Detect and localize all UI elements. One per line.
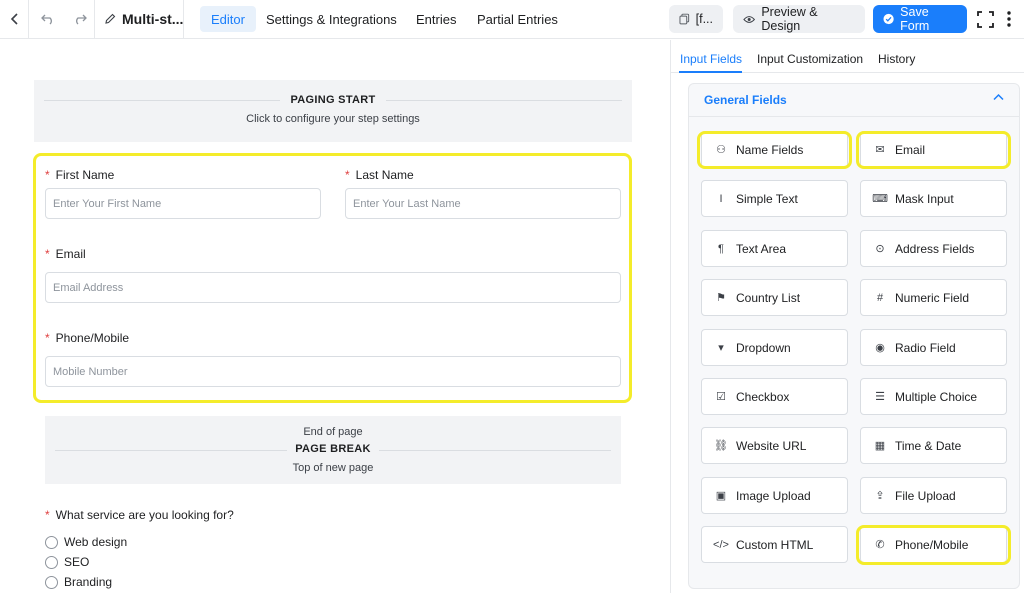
save-form-button[interactable]: Save Form bbox=[873, 5, 967, 33]
kebab-menu-icon bbox=[1007, 11, 1011, 27]
save-form-label: Save Form bbox=[900, 5, 930, 33]
page-break-end-text: End of page bbox=[303, 426, 363, 438]
field-card-file-upload[interactable]: ⇪ File Upload bbox=[860, 477, 1007, 514]
shortcode-label: [f... bbox=[695, 12, 713, 26]
tab-input-fields[interactable]: Input Fields bbox=[680, 52, 742, 72]
radio-circle-icon bbox=[45, 535, 58, 549]
dropdown-icon: ▾ bbox=[718, 342, 724, 354]
field-card-label: Radio Field bbox=[895, 340, 956, 355]
eye-icon bbox=[743, 15, 756, 23]
form-title-text: Multi-st... bbox=[122, 11, 184, 27]
tab-settings-integrations[interactable]: Settings & Integrations bbox=[255, 6, 408, 32]
list-icon: ☰ bbox=[875, 391, 885, 403]
highlight-phone-mobile bbox=[856, 525, 1011, 565]
field-card-numeric-field[interactable]: # Numeric Field bbox=[860, 279, 1007, 316]
image-icon: ▣ bbox=[715, 490, 727, 502]
radio-option-web-design[interactable]: Web design bbox=[45, 535, 127, 549]
field-card-checkbox[interactable]: ☑ Checkbox bbox=[701, 378, 848, 415]
field-card-label: Dropdown bbox=[736, 340, 791, 355]
paging-start-block[interactable] bbox=[34, 80, 632, 142]
field-card-label: Text Area bbox=[736, 241, 787, 256]
text-cursor-icon: I bbox=[719, 192, 723, 205]
pencil-icon bbox=[105, 13, 116, 24]
field-card-label: Time & Date bbox=[895, 438, 962, 453]
field-card-label: Checkbox bbox=[736, 389, 790, 404]
field-card-label: Image Upload bbox=[736, 488, 811, 503]
field-card-label: Address Fields bbox=[895, 241, 975, 256]
back-button[interactable] bbox=[4, 0, 26, 38]
flag-icon: ⚑ bbox=[716, 292, 726, 304]
more-options-button[interactable] bbox=[1001, 0, 1017, 38]
field-card-dropdown[interactable]: ▾ Dropdown bbox=[701, 329, 848, 366]
field-card-label: Multiple Choice bbox=[895, 389, 978, 404]
check-circle-icon bbox=[883, 13, 894, 25]
paging-start-subtitle: Click to configure your step settings bbox=[246, 113, 420, 125]
upload-icon: ⇪ bbox=[875, 490, 885, 502]
page-break-title: PAGE BREAK bbox=[45, 443, 621, 455]
link-icon: ⛓ bbox=[714, 440, 728, 452]
preview-design-label: Preview & Design bbox=[761, 5, 818, 33]
radio-circle-icon bbox=[45, 555, 58, 569]
chevron-left-icon bbox=[10, 13, 18, 25]
keyboard-icon: ⌨ bbox=[872, 193, 888, 205]
tab-history[interactable]: History bbox=[878, 52, 915, 72]
redo-button[interactable] bbox=[70, 0, 90, 38]
field-card-mask-input[interactable]: ⌨ Mask Input bbox=[860, 180, 1007, 217]
field-card-label: Country List bbox=[736, 290, 801, 305]
paging-start-title: PAGING START bbox=[34, 94, 632, 106]
copy-icon bbox=[679, 13, 690, 25]
field-card-label: Numeric Field bbox=[895, 290, 970, 305]
radio-option-seo[interactable]: SEO bbox=[45, 555, 89, 569]
redo-icon bbox=[76, 14, 87, 25]
tab-editor[interactable]: Editor bbox=[200, 6, 256, 32]
top-bar: Multi-st... Editor Settings & Integratio… bbox=[0, 0, 1024, 39]
highlight-name-fields bbox=[697, 131, 852, 169]
fullscreen-button[interactable] bbox=[975, 0, 995, 38]
form-title[interactable]: Multi-st... bbox=[104, 0, 183, 38]
location-pin-icon: ⊙ bbox=[875, 243, 885, 255]
page-break-top-text: Top of new page bbox=[292, 462, 374, 474]
field-card-radio-field[interactable]: ◉ Radio Field bbox=[860, 329, 1007, 366]
preview-design-button[interactable]: Preview & Design bbox=[733, 5, 865, 33]
field-card-label: Website URL bbox=[736, 438, 807, 453]
field-card-text-area[interactable]: ¶ Text Area bbox=[701, 230, 848, 267]
field-card-time-date[interactable]: ▦ Time & Date bbox=[860, 427, 1007, 464]
service-question-label: * What service are you looking for? bbox=[45, 508, 234, 522]
radio-circle-icon bbox=[45, 575, 58, 589]
tab-input-customization[interactable]: Input Customization bbox=[757, 52, 863, 72]
fullscreen-icon bbox=[976, 10, 994, 28]
paragraph-icon: ¶ bbox=[718, 242, 724, 255]
shortcode-button[interactable]: [f... bbox=[669, 5, 723, 33]
hash-icon: # bbox=[876, 291, 884, 304]
highlight-email bbox=[856, 131, 1011, 169]
radio-option-branding[interactable]: Branding bbox=[45, 575, 112, 589]
chevron-up-icon[interactable] bbox=[993, 92, 1004, 104]
field-card-custom-html[interactable]: </> Custom HTML bbox=[701, 526, 848, 563]
undo-icon bbox=[41, 14, 52, 25]
highlight-fields-group bbox=[33, 153, 632, 403]
tab-entries[interactable]: Entries bbox=[405, 6, 467, 32]
code-icon: </> bbox=[713, 538, 729, 551]
general-fields-title: General Fields bbox=[704, 93, 787, 107]
field-card-address-fields[interactable]: ⊙ Address Fields bbox=[860, 230, 1007, 267]
field-card-simple-text[interactable]: I Simple Text bbox=[701, 180, 848, 217]
field-card-image-upload[interactable]: ▣ Image Upload bbox=[701, 477, 848, 514]
radio-icon: ◉ bbox=[875, 342, 885, 354]
tab-partial-entries[interactable]: Partial Entries bbox=[466, 6, 569, 32]
field-card-label: Mask Input bbox=[895, 191, 954, 206]
undo-button[interactable] bbox=[38, 0, 58, 38]
calendar-icon: ▦ bbox=[874, 440, 886, 452]
checkbox-icon: ☑ bbox=[716, 391, 726, 403]
field-card-multiple-choice[interactable]: ☰ Multiple Choice bbox=[860, 378, 1007, 415]
field-card-country-list[interactable]: ⚑ Country List bbox=[701, 279, 848, 316]
active-tab-indicator bbox=[679, 71, 742, 73]
field-card-website-url[interactable]: ⛓ Website URL bbox=[701, 427, 848, 464]
field-card-label: Custom HTML bbox=[736, 537, 814, 552]
field-card-label: File Upload bbox=[895, 488, 956, 503]
field-card-label: Simple Text bbox=[736, 191, 798, 206]
